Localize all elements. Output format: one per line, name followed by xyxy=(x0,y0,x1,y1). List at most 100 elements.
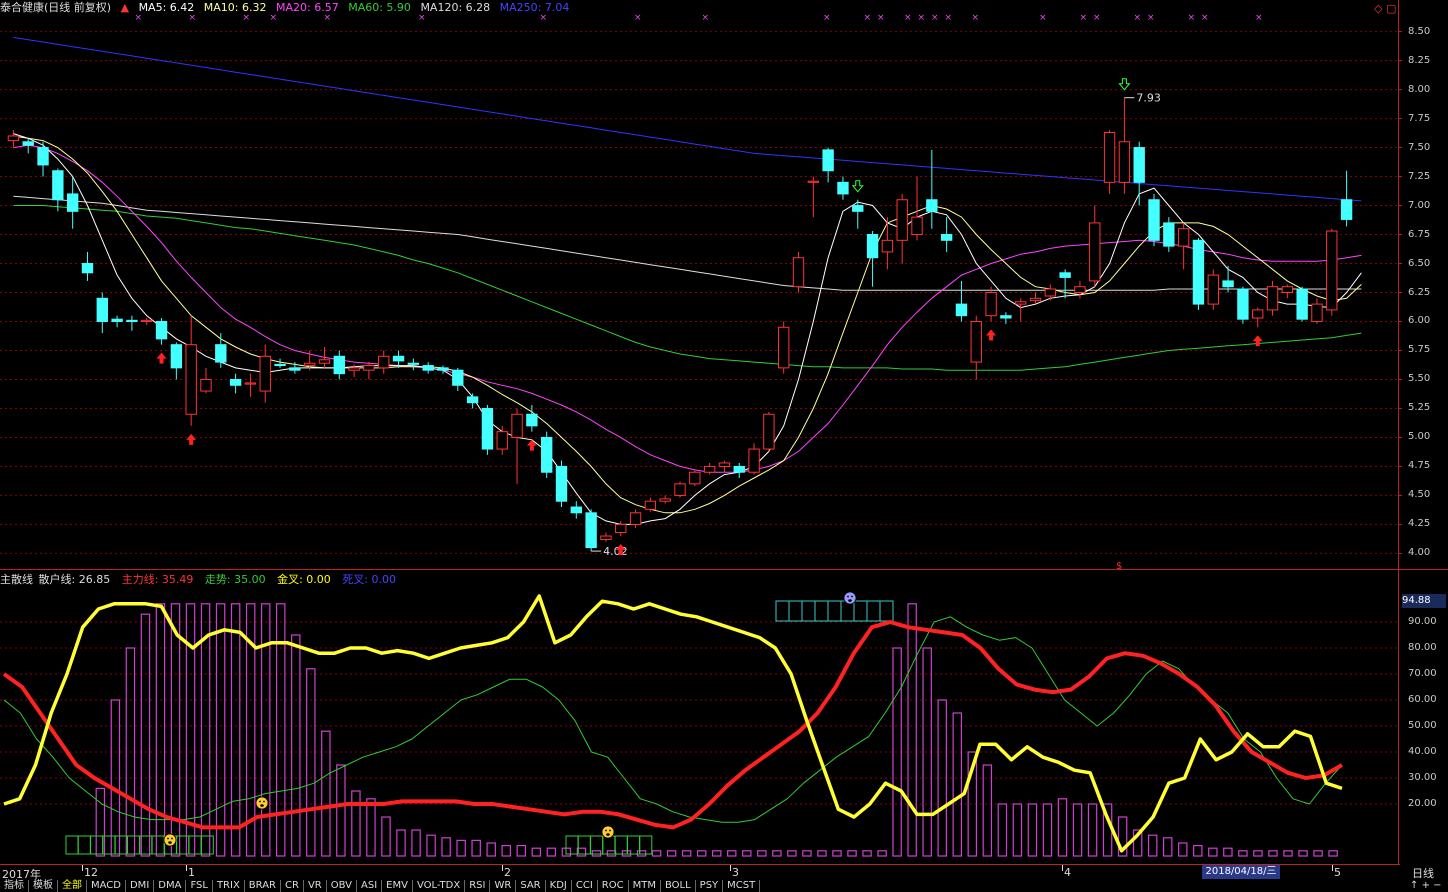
scroll-up-icon[interactable]: ↑ xyxy=(1410,880,1418,891)
indicator-bar xyxy=(291,634,301,857)
tab-cr[interactable]: CR xyxy=(281,880,304,892)
indicator-tick-label: 30.00 xyxy=(1408,772,1437,783)
stock-chart-canvas[interactable]: 7.934.02× × × × × × × × × × × × × × × × × × × × × × × × ×$ xyxy=(0,0,1448,892)
date-tick xyxy=(1062,865,1063,871)
date-tick xyxy=(502,865,503,871)
indicator-tick-label: 60.00 xyxy=(1408,694,1437,705)
cursor-date-badge: 2018/04/18/三 xyxy=(1202,865,1280,879)
sanhu-line xyxy=(3,594,1343,853)
candle-body xyxy=(229,378,242,386)
indicator-bar xyxy=(1147,834,1158,857)
tab-kdj[interactable]: KDJ xyxy=(546,880,572,892)
indicator-bar xyxy=(140,613,151,857)
emoji-mouth xyxy=(260,804,264,807)
indicator-tabs[interactable]: 指标 模板 全部 MACD DMI DMA FSL TRIX BRAR CR VR OBV ASI EMV… xyxy=(0,880,761,892)
tab-roc[interactable]: ROC xyxy=(598,880,629,892)
cyan-signal-box xyxy=(801,600,816,622)
price-tick-label: 5.50 xyxy=(1408,373,1431,385)
signal-x-mark: × xyxy=(1147,13,1155,23)
indicator-bar xyxy=(1087,803,1098,857)
tab-fsl[interactable]: FSL xyxy=(186,880,213,892)
tab-dmi[interactable]: DMI xyxy=(126,880,155,892)
indicator-bar xyxy=(651,850,662,857)
tab-mcst[interactable]: MCST xyxy=(723,880,761,892)
tab-brar[interactable]: BRAR xyxy=(245,880,281,892)
price-tick-label: 5.00 xyxy=(1408,431,1431,443)
tab-cci[interactable]: CCI xyxy=(572,880,598,892)
tab-trix[interactable]: TRIX xyxy=(213,880,245,892)
candle-body xyxy=(141,319,153,322)
candle-body xyxy=(1296,288,1308,320)
price-tick-label: 7.00 xyxy=(1408,199,1431,211)
cyan-signal-box xyxy=(866,600,881,622)
indicator-bar xyxy=(591,850,602,857)
candle-body xyxy=(37,147,49,166)
indicator-bar xyxy=(802,850,812,857)
indicator-bar xyxy=(546,847,557,857)
tab-psy[interactable]: PSY xyxy=(696,880,724,892)
emoji-eye xyxy=(609,829,611,832)
stock-title[interactable]: 泰合健康(日线 前复权) xyxy=(0,1,111,14)
indicator-bar xyxy=(456,839,466,857)
date-tick xyxy=(730,865,731,871)
tab-emv[interactable]: EMV xyxy=(382,880,413,892)
tab-obv[interactable]: OBV xyxy=(327,880,357,892)
candle-body xyxy=(1252,309,1264,319)
zoom-in-icon[interactable]: + xyxy=(1422,880,1430,891)
indicator-bar xyxy=(711,850,722,857)
indicator-bar xyxy=(336,764,346,857)
indicator-tick-label: 90.00 xyxy=(1408,616,1437,627)
tab-boll[interactable]: BOLL xyxy=(661,880,696,892)
signal-x-mark: × xyxy=(1201,13,1209,23)
diamond-icon[interactable]: ◇ xyxy=(1374,2,1382,15)
candle-body xyxy=(22,141,34,146)
price-tick-label: 8.00 xyxy=(1408,83,1431,95)
indicator-bar xyxy=(772,850,782,857)
indicator-bar xyxy=(681,850,692,857)
tab-sar[interactable]: SAR xyxy=(516,880,546,892)
indicator-bar xyxy=(742,850,752,857)
indicator-bar xyxy=(862,850,872,857)
candle-body xyxy=(1148,199,1160,241)
candle-body xyxy=(1237,288,1249,320)
tab-rsi[interactable]: RSI xyxy=(465,880,491,892)
tab-全部[interactable]: 全部 xyxy=(58,880,87,892)
candle-body xyxy=(1133,147,1145,183)
tab-asi[interactable]: ASI xyxy=(357,880,383,892)
tab-mtm[interactable]: MTM xyxy=(629,880,661,892)
candlestick-series[interactable] xyxy=(7,97,1353,552)
period-button[interactable]: 日线 xyxy=(1412,865,1434,881)
tab-macd[interactable]: MACD xyxy=(87,880,126,892)
high-price-annotation: 7.93 xyxy=(1136,92,1161,105)
tab-dma[interactable]: DMA xyxy=(154,880,187,892)
date-tick-label: 5 xyxy=(1334,866,1341,879)
zoom-out-icon[interactable]: − xyxy=(1433,880,1441,891)
zoom-controls[interactable]: ↑ + − xyxy=(1410,880,1442,891)
indicator-bar xyxy=(1208,847,1218,857)
candle-body xyxy=(837,181,849,195)
candle-body xyxy=(852,205,864,212)
tab-指标[interactable]: 指标 xyxy=(0,880,29,892)
indicator-bar xyxy=(486,842,496,857)
price-tick-label: 6.00 xyxy=(1408,315,1431,327)
date-tick xyxy=(1332,865,1333,871)
signal-x-mark: × xyxy=(904,13,912,23)
indicator-name[interactable]: 主散线 xyxy=(0,573,33,586)
indicator-bar xyxy=(1253,850,1263,857)
indicator-bar xyxy=(1042,803,1053,857)
candle-body xyxy=(185,344,197,415)
price-tick-label: 7.50 xyxy=(1408,141,1431,153)
tab-vr[interactable]: VR xyxy=(304,880,327,892)
indicator-bar xyxy=(1178,842,1188,857)
tab-vol-tdx[interactable]: VOL-TDX xyxy=(413,880,466,892)
price-tick-label: 8.25 xyxy=(1408,54,1431,66)
emoji-eye xyxy=(263,800,265,803)
indicator-bar xyxy=(441,837,451,857)
candle-body xyxy=(318,359,331,364)
price-tick-label: 6.75 xyxy=(1408,228,1431,240)
tab-wr[interactable]: WR xyxy=(490,880,517,892)
candle-body xyxy=(540,436,553,473)
top-right-icons[interactable]: ◇ ▢ xyxy=(1374,2,1396,15)
square-icon[interactable]: ▢ xyxy=(1386,2,1396,15)
tab-模板[interactable]: 模板 xyxy=(29,880,58,892)
